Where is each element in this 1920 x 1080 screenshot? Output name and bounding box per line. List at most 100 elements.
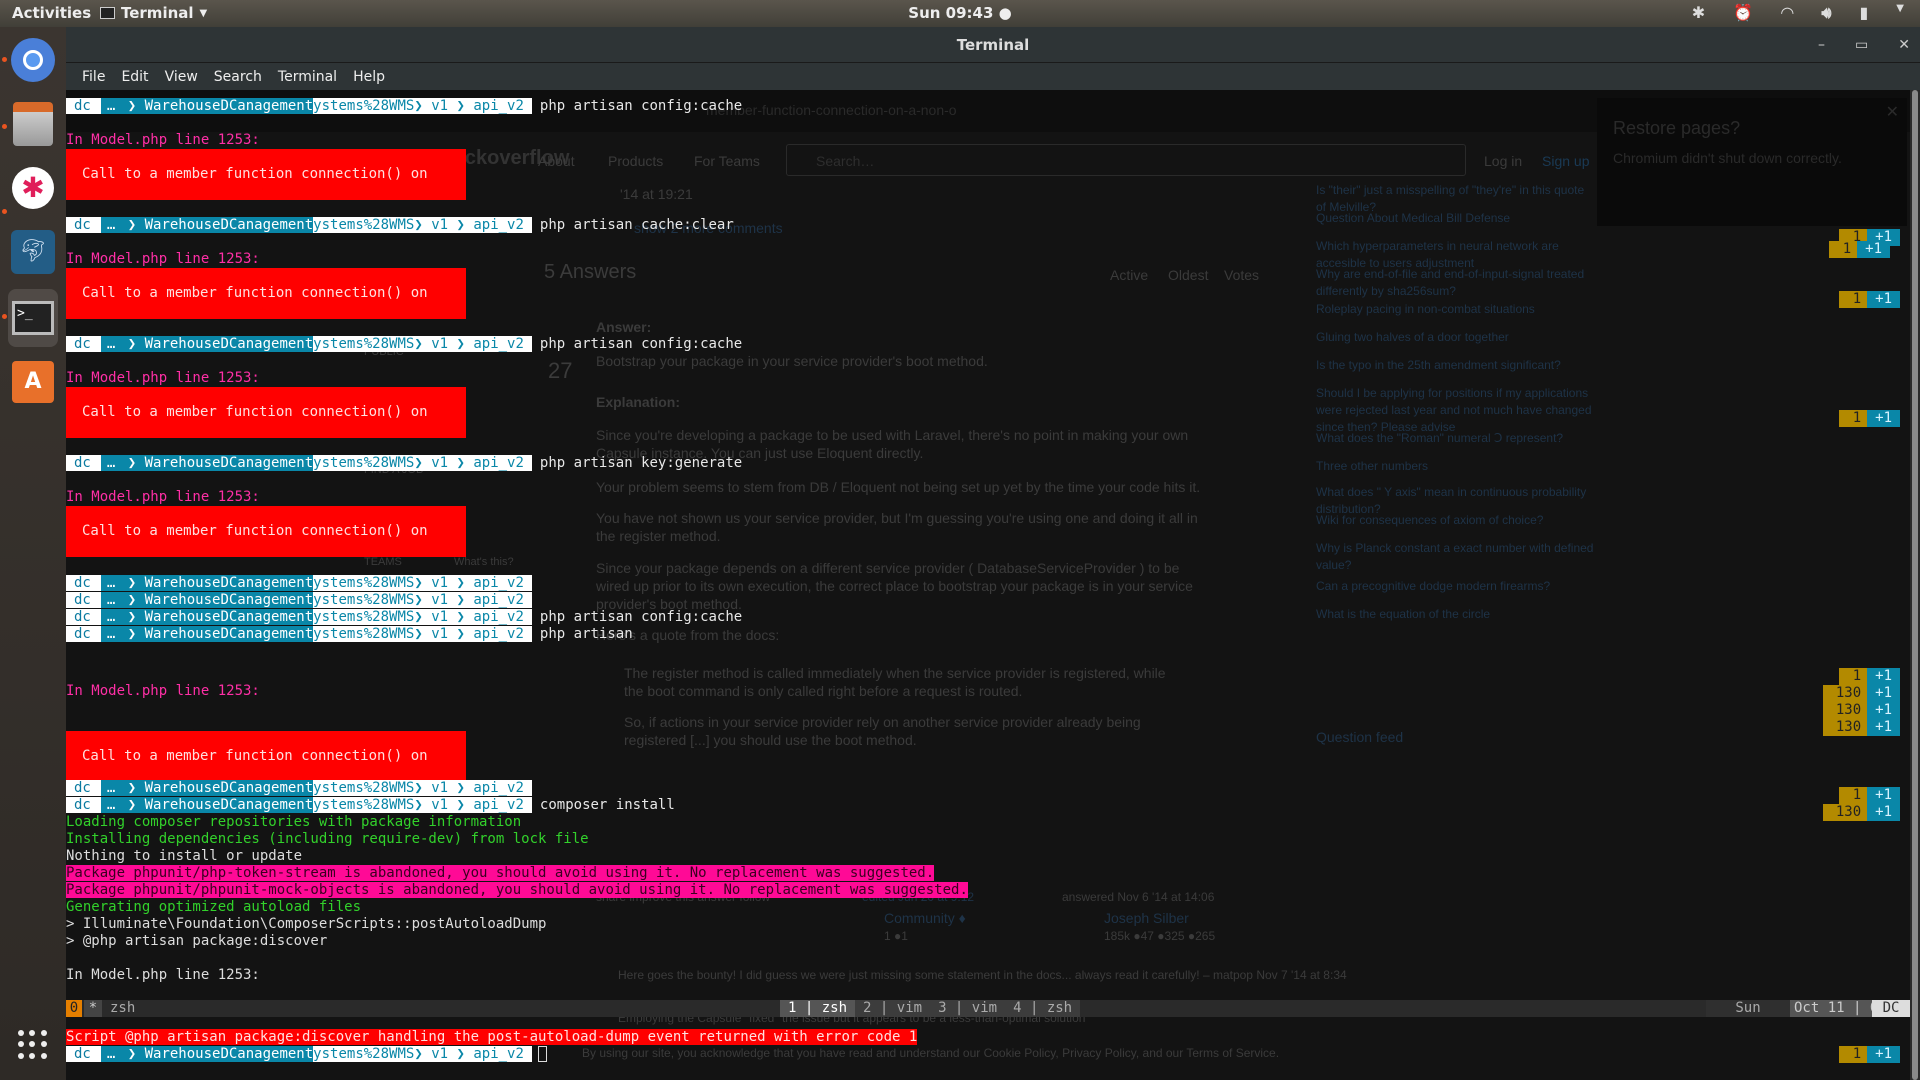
prompt-path-b: ystems%28WMS	[313, 575, 415, 591]
command-text: php artisan cache:clear	[539, 217, 734, 233]
close-icon[interactable]: ✕	[1886, 102, 1899, 122]
chevron-right-icon: ❯	[414, 455, 432, 471]
tmux-status-bar: 0 * zsh 1 | zsh 2 | vim 3 | vim 4 | zsh Sun…	[66, 1000, 1920, 1017]
prompt-ellipsis: …	[100, 592, 120, 608]
tmux-host: DC	[1872, 1000, 1910, 1017]
chevron-right-icon: ❯	[448, 217, 474, 233]
badge-plus: +1	[1867, 804, 1900, 821]
prompt-ellipsis: …	[100, 575, 120, 591]
menu-file[interactable]: File	[74, 69, 113, 85]
dock-terminal[interactable]: >_	[8, 289, 58, 347]
system-tray[interactable]: ✱ ⏰ ◠ 🔊︎ ▮ ▼	[1692, 3, 1904, 23]
clock[interactable]: Sun 09:43	[908, 4, 993, 22]
chevron-right-icon: ❯	[414, 797, 432, 813]
top-bar: Activities Terminal ▼ Sun 09:43 ● ✱ ⏰ ◠ …	[0, 0, 1920, 27]
chevron-right-icon: ❯	[119, 455, 145, 471]
menu-help[interactable]: Help	[345, 69, 393, 85]
ghost-vote-count: 27	[548, 358, 573, 383]
terminal-icon	[100, 7, 115, 19]
prompt-user: dc	[66, 455, 101, 471]
prompt-dir1: v1	[431, 1046, 449, 1062]
prompt-user: dc	[66, 217, 101, 233]
tmux-window-list: 1 | zsh 2 | vim 3 | vim 4 | zsh	[780, 1000, 1081, 1017]
prompt-line: dc… ❯ WarehouseDCanagementystems%28WMS❯ …	[66, 592, 532, 609]
prompt-badge: 1+1	[1839, 1046, 1900, 1063]
composer-output-line: > @php artisan package:discover	[66, 933, 328, 949]
error-box: Call to a member function connection() o…	[66, 506, 466, 590]
battery-icon[interactable]: ▮	[1859, 3, 1868, 23]
prompt-badge: 1+1	[1829, 241, 1890, 258]
scrollbar[interactable]	[1910, 90, 1920, 1080]
file-cabinet-icon	[13, 102, 53, 146]
tmux-window-index: 1	[788, 1000, 797, 1016]
prompt-user: dc	[66, 592, 101, 608]
prompt-dir2: api_v2	[473, 1046, 532, 1062]
wifi-icon[interactable]: ◠	[1781, 3, 1793, 23]
error-box: Call to a member function connection() o…	[66, 731, 466, 815]
running-indicator	[2, 209, 7, 214]
tmux-window-3[interactable]: 3 | vim	[930, 1000, 1006, 1017]
tmux-session[interactable]: 0	[66, 1000, 82, 1017]
ghost-answer-line: the register method.	[596, 528, 721, 544]
prompt-line: dc… ❯ WarehouseDCanagementystems%28WMS❯ …	[66, 98, 742, 115]
alarm-clock-icon[interactable]: ⏰	[1733, 3, 1753, 23]
app-menu[interactable]: Terminal ▼	[100, 4, 207, 22]
script-error-text: Script @php artisan package:discover han…	[66, 1029, 918, 1045]
prompt-dir1: v1	[431, 336, 449, 352]
maximize-button[interactable]: ▭	[1855, 27, 1868, 63]
show-applications-icon[interactable]	[18, 1030, 48, 1060]
prompt-user: dc	[66, 1046, 101, 1062]
prompt-ellipsis: …	[100, 336, 120, 352]
error-header: In Model.php line 1253:	[66, 251, 260, 267]
ghost-answer-line: Since you're developing a package to be …	[596, 427, 1189, 443]
dock-files[interactable]	[8, 99, 58, 149]
prompt-dir2: api_v2	[473, 98, 532, 114]
tmux-window-name: vim	[896, 1000, 923, 1016]
tmux-window-2[interactable]: 2 | vim	[855, 1000, 931, 1017]
tmux-shell: zsh	[110, 1000, 136, 1016]
chevron-right-icon: ❯	[414, 217, 432, 233]
badge-count: 1	[1839, 787, 1868, 804]
volume-icon[interactable]: 🔊︎	[1821, 3, 1831, 23]
title-bar[interactable]: Terminal – ▭ ✕	[66, 27, 1920, 63]
menu-search[interactable]: Search	[206, 69, 270, 85]
command-text: php artisan config:cache	[539, 609, 743, 625]
slack-icon[interactable]: ✱	[1692, 3, 1705, 23]
dock-software[interactable]: A	[8, 357, 58, 407]
tmux-window-1[interactable]: 1 | zsh	[780, 1000, 856, 1017]
prompt-dir2: api_v2	[473, 626, 532, 642]
activities-button[interactable]: Activities	[12, 4, 91, 22]
dock-chromium[interactable]	[8, 35, 58, 85]
window-title: Terminal	[956, 36, 1030, 54]
chevron-down-icon[interactable]: ▼	[1896, 3, 1904, 23]
chevron-right-icon: ❯	[448, 1046, 474, 1062]
ghost-hot-question: Roleplay pacing in non-combat situations	[1316, 302, 1535, 316]
menu-view[interactable]: View	[157, 69, 206, 85]
prompt-path-a: WarehouseDCanagement	[144, 626, 314, 642]
warning-text: Package phpunit/phpunit-mock-objects is …	[66, 882, 968, 898]
prompt-ellipsis: …	[100, 455, 120, 471]
ghost-sort-votes: Votes	[1224, 267, 1260, 283]
prompt-dir1: v1	[431, 217, 449, 233]
dock-mysql-workbench[interactable]: 🐬︎	[8, 227, 58, 277]
dock-slack[interactable]: ✱	[8, 163, 58, 213]
terminal-area[interactable]: member-function-connection-on-a-non-o st…	[66, 90, 1920, 1080]
text-cursor[interactable]	[537, 1046, 547, 1062]
chevron-right-icon: ❯	[119, 609, 145, 625]
composer-output-line: > Illuminate\Foundation\ComposerScripts:…	[66, 916, 547, 932]
prompt-line: dc… ❯ WarehouseDCanagementystems%28WMS❯ …	[66, 626, 633, 643]
close-button[interactable]: ✕	[1898, 27, 1910, 63]
prompt-line: dc… ❯ WarehouseDCanagementystems%28WMS❯ …	[66, 455, 742, 472]
prompt-path-b: ystems%28WMS	[313, 626, 415, 642]
badge-plus: +1	[1867, 685, 1900, 702]
prompt-dir1: v1	[431, 575, 449, 591]
prompt-path-a: WarehouseDCanagement	[144, 217, 314, 233]
chromium-icon	[11, 38, 55, 82]
scrollbar-thumb[interactable]	[1912, 90, 1918, 1080]
ghost-hot-question: Why is Planck constant a exact number wi…	[1316, 541, 1594, 572]
minimize-button[interactable]: –	[1818, 27, 1825, 63]
tmux-window-4[interactable]: 4 | zsh	[1005, 1000, 1081, 1017]
menu-terminal[interactable]: Terminal	[270, 69, 345, 85]
menu-edit[interactable]: Edit	[113, 69, 156, 85]
prompt-path-a: WarehouseDCanagement	[144, 1046, 314, 1062]
